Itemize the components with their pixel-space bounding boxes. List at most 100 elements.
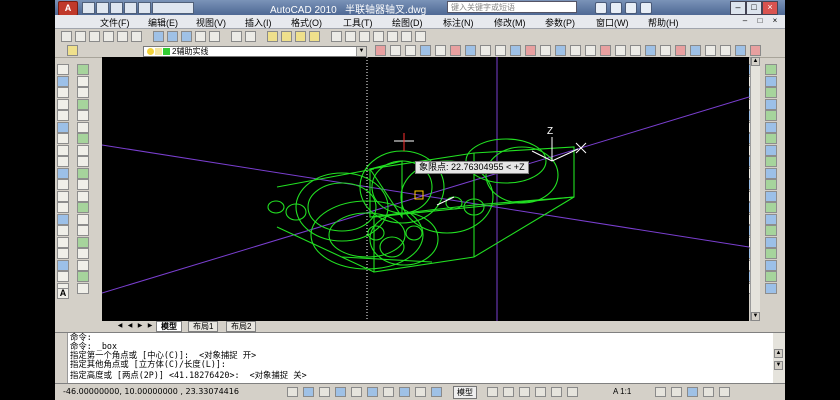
command-prompt-line[interactable]: 指定高度或 [两点(2P)] <41.18276420>: <对象捕捉 关> — [70, 371, 307, 380]
polyline-icon[interactable] — [57, 87, 69, 98]
solid-intersect-icon[interactable] — [675, 45, 686, 56]
ellipse-arc-icon[interactable] — [57, 179, 69, 190]
object-snap-icon[interactable] — [351, 387, 362, 397]
inquiry-tool-icon[interactable] — [765, 190, 777, 202]
inquiry-tool-icon[interactable] — [765, 121, 777, 133]
ucs-apply-icon[interactable] — [585, 45, 596, 56]
table-icon[interactable] — [57, 259, 69, 271]
3d-orbit-icon[interactable] — [405, 45, 416, 56]
clean-screen-icon[interactable] — [719, 387, 730, 397]
menu-file[interactable]: 文件(F) — [100, 16, 130, 29]
inquiry-tool-icon[interactable] — [765, 110, 777, 121]
mtext-icon[interactable] — [57, 271, 69, 282]
annotation-visibility-icon[interactable] — [655, 387, 666, 397]
ucs-z-icon[interactable] — [570, 45, 581, 56]
ellipse-icon[interactable] — [57, 167, 69, 179]
circle-icon[interactable] — [57, 133, 69, 144]
first-tab-arrow[interactable]: ◀ — [116, 322, 124, 330]
chamfer-icon[interactable] — [77, 225, 89, 236]
communication-center-icon[interactable] — [610, 2, 622, 14]
ortho-mode-icon[interactable] — [319, 387, 330, 397]
spline-icon[interactable] — [57, 156, 69, 167]
minimize-button[interactable]: – — [730, 1, 746, 15]
ucs-world-icon[interactable] — [435, 45, 446, 56]
workspace-switch-icon[interactable] — [687, 387, 698, 397]
scroll-up-arrow[interactable]: ▲ — [774, 349, 783, 358]
auto-scale-icon[interactable] — [671, 387, 682, 397]
zoom-previous-icon[interactable] — [309, 31, 320, 42]
hatch-icon[interactable] — [57, 225, 69, 236]
ucs-y-icon[interactable] — [555, 45, 566, 56]
region-icon[interactable] — [57, 248, 69, 259]
inquiry-tool-icon[interactable] — [765, 156, 777, 167]
arc-icon[interactable] — [57, 121, 69, 133]
vertical-scrollbar[interactable]: ▲ ▼ — [750, 57, 760, 321]
menu-modify[interactable]: 修改(M) — [494, 16, 526, 29]
scroll-down-arrow[interactable]: ▼ — [774, 361, 783, 370]
new-file-icon[interactable] — [61, 31, 72, 42]
doc-minimize-button[interactable]: – — [739, 16, 751, 26]
stretch-icon[interactable] — [77, 156, 89, 167]
inquiry-tool-icon[interactable] — [765, 282, 777, 294]
fillet-icon[interactable] — [77, 236, 89, 248]
break-icon[interactable] — [77, 202, 89, 213]
copy-icon[interactable] — [167, 31, 178, 42]
open-file-icon[interactable] — [96, 2, 109, 14]
maximize-button[interactable]: □ — [746, 1, 762, 15]
search-input[interactable]: 键入关键字或短语 — [447, 1, 577, 13]
menu-view[interactable]: 视图(V) — [196, 16, 226, 29]
save-icon[interactable] — [89, 31, 100, 42]
showmotion-icon[interactable] — [567, 387, 578, 397]
menu-draw[interactable]: 绘图(D) — [392, 16, 423, 29]
align-icon[interactable] — [77, 271, 89, 282]
prev-tab-arrow[interactable]: ◀ — [126, 322, 134, 330]
render-icon[interactable] — [630, 45, 641, 56]
dynamic-input-icon[interactable] — [399, 387, 410, 397]
ucs-object-icon[interactable] — [510, 45, 521, 56]
annotation-scale[interactable]: A 1:1 — [613, 387, 631, 396]
search-icon[interactable] — [595, 2, 607, 14]
trim-icon[interactable] — [77, 167, 89, 179]
sheet-set-icon[interactable] — [373, 31, 384, 42]
revolve-icon[interactable] — [735, 45, 746, 56]
tab-layout1[interactable]: 布局1 — [188, 321, 219, 332]
inquiry-tool-icon[interactable] — [765, 259, 777, 271]
sweep-icon[interactable] — [705, 45, 716, 56]
publish-icon[interactable] — [131, 31, 142, 42]
modify-properties-icon[interactable] — [77, 259, 89, 271]
quick-properties-icon[interactable] — [431, 387, 442, 397]
break-at-point-icon[interactable] — [77, 190, 89, 202]
extrude-icon[interactable] — [750, 45, 761, 56]
inquiry-tool-icon[interactable] — [765, 98, 777, 110]
ucs-named-icon[interactable] — [600, 45, 611, 56]
layer-previous-icon[interactable] — [375, 45, 386, 56]
text-tool-icon[interactable]: A — [57, 288, 69, 299]
workspace-dropdown[interactable] — [152, 2, 194, 14]
menu-tools[interactable]: 工具(T) — [343, 16, 373, 29]
inquiry-tool-icon[interactable] — [765, 202, 777, 213]
zoom-window-icon[interactable] — [295, 31, 306, 42]
polygon-icon[interactable] — [57, 98, 69, 110]
menu-format[interactable]: 格式(O) — [291, 16, 322, 29]
inquiry-tool-icon[interactable] — [765, 64, 777, 75]
move-icon[interactable] — [77, 121, 89, 133]
erase-icon[interactable] — [77, 64, 89, 75]
construction-line-icon[interactable] — [57, 75, 69, 87]
menu-window[interactable]: 窗口(W) — [596, 16, 629, 29]
next-tab-arrow[interactable]: ▶ — [136, 322, 144, 330]
layer-dropdown[interactable]: 2辅助实线 ▼ — [143, 46, 367, 57]
help-icon[interactable] — [640, 2, 652, 14]
markup-icon[interactable] — [387, 31, 398, 42]
inquiry-tool-icon[interactable] — [765, 144, 777, 156]
inquiry-tool-icon[interactable] — [765, 75, 777, 87]
toolbar-lock-icon[interactable] — [703, 387, 714, 397]
ucs-origin-icon[interactable] — [450, 45, 461, 56]
revision-cloud-icon[interactable] — [57, 144, 69, 156]
properties-icon[interactable] — [331, 31, 342, 42]
ucs-zaxis-icon[interactable] — [465, 45, 476, 56]
menu-dimension[interactable]: 标注(N) — [443, 16, 474, 29]
steering-wheel-icon[interactable] — [551, 387, 562, 397]
scroll-up-arrow[interactable]: ▲ — [751, 57, 760, 66]
preview-icon[interactable] — [117, 31, 128, 42]
print-icon[interactable] — [103, 31, 114, 42]
